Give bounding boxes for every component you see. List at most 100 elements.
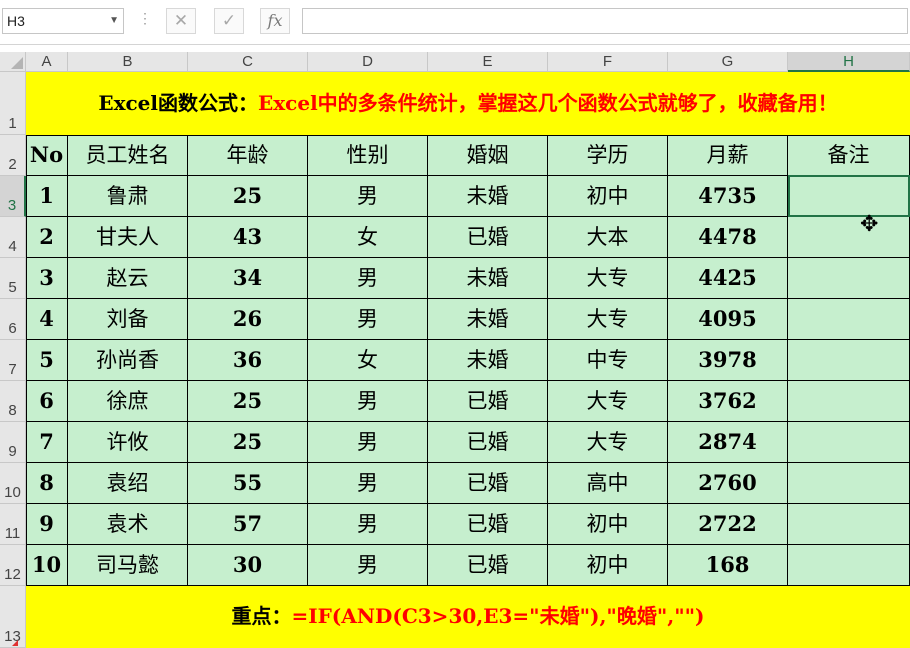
table-cell[interactable]: 未婚 — [428, 176, 548, 217]
table-cell[interactable]: 25 — [188, 381, 308, 422]
row-header-5[interactable]: 5 — [0, 258, 26, 299]
table-cell[interactable]: 赵云 — [68, 258, 188, 299]
table-cell[interactable]: 3 — [26, 258, 68, 299]
table-cell[interactable]: 高中 — [548, 463, 668, 504]
table-cell[interactable]: 男 — [308, 422, 428, 463]
table-cell[interactable]: 4425 — [668, 258, 788, 299]
table-cell[interactable]: 袁术 — [68, 504, 188, 545]
table-cell[interactable]: 168 — [668, 545, 788, 586]
table-cell[interactable]: 大专 — [548, 422, 668, 463]
selected-cell-outline[interactable] — [788, 175, 910, 217]
table-cell[interactable]: 43 — [188, 217, 308, 258]
table-cell[interactable]: 司马懿 — [68, 545, 188, 586]
table-cell[interactable]: 初中 — [548, 176, 668, 217]
row-header-2[interactable]: 2 — [0, 135, 26, 176]
row-header-3[interactable]: 3 — [0, 176, 26, 217]
table-cell[interactable]: 2722 — [668, 504, 788, 545]
table-cell[interactable]: 10 — [26, 545, 68, 586]
table-cell[interactable]: 34 — [188, 258, 308, 299]
table-cell[interactable]: 26 — [188, 299, 308, 340]
table-cell[interactable]: 男 — [308, 299, 428, 340]
table-cell[interactable]: 7 — [26, 422, 68, 463]
column-header-e[interactable]: E — [428, 52, 548, 72]
table-cell[interactable]: 2760 — [668, 463, 788, 504]
row-header-13[interactable]: 13 — [0, 586, 26, 648]
column-header-f[interactable]: F — [548, 52, 668, 72]
table-cell[interactable]: 55 — [188, 463, 308, 504]
column-header-b[interactable]: B — [68, 52, 188, 72]
table-cell[interactable]: 已婚 — [428, 422, 548, 463]
row-header-9[interactable]: 9 — [0, 422, 26, 463]
table-header-cell[interactable]: No — [26, 135, 68, 176]
table-cell[interactable]: 2874 — [668, 422, 788, 463]
table-cell[interactable]: 25 — [188, 422, 308, 463]
more-vertical-icon[interactable]: ⋮ — [138, 10, 152, 27]
table-cell[interactable]: 未婚 — [428, 299, 548, 340]
table-header-cell[interactable]: 性别 — [308, 135, 428, 176]
table-cell[interactable]: 未婚 — [428, 340, 548, 381]
formula-input[interactable] — [302, 8, 908, 34]
table-cell[interactable]: 初中 — [548, 504, 668, 545]
table-cell[interactable]: 已婚 — [428, 545, 548, 586]
table-cell[interactable]: 孙尚香 — [68, 340, 188, 381]
cancel-button[interactable]: ✕ — [166, 8, 196, 34]
table-cell[interactable]: 未婚 — [428, 258, 548, 299]
table-cell[interactable]: 57 — [188, 504, 308, 545]
column-header-c[interactable]: C — [188, 52, 308, 72]
table-cell[interactable]: 袁绍 — [68, 463, 188, 504]
table-cell[interactable]: 女 — [308, 340, 428, 381]
table-cell[interactable]: 8 — [26, 463, 68, 504]
table-cell[interactable]: 男 — [308, 381, 428, 422]
table-cell[interactable]: 中专 — [548, 340, 668, 381]
row-header-10[interactable]: 10 — [0, 463, 26, 504]
table-cell[interactable] — [788, 422, 910, 463]
table-cell[interactable]: 大本 — [548, 217, 668, 258]
table-cell[interactable]: 6 — [26, 381, 68, 422]
table-header-cell[interactable]: 年龄 — [188, 135, 308, 176]
table-cell[interactable]: 已婚 — [428, 504, 548, 545]
table-cell[interactable]: 许攸 — [68, 422, 188, 463]
row-header-11[interactable]: 11 — [0, 504, 26, 545]
table-cell[interactable]: 36 — [188, 340, 308, 381]
table-cell[interactable]: 4095 — [668, 299, 788, 340]
chevron-down-icon[interactable]: ▼ — [109, 9, 119, 33]
table-cell[interactable]: 4735 — [668, 176, 788, 217]
insert-function-button[interactable]: fx — [260, 8, 290, 34]
name-box[interactable]: H3 ▼ — [2, 8, 124, 34]
table-cell[interactable] — [788, 381, 910, 422]
title-banner[interactable]: Excel函数公式：Excel中的多条件统计，掌握这几个函数公式就够了，收藏备用… — [26, 72, 910, 135]
table-cell[interactable]: 大专 — [548, 258, 668, 299]
table-cell[interactable]: 徐庶 — [68, 381, 188, 422]
column-header-h[interactable]: H — [788, 52, 910, 72]
table-cell[interactable]: 初中 — [548, 545, 668, 586]
table-cell[interactable]: 男 — [308, 504, 428, 545]
select-all-button[interactable] — [0, 52, 26, 72]
table-cell[interactable] — [788, 217, 910, 258]
table-cell[interactable]: 大专 — [548, 299, 668, 340]
table-cell[interactable]: 男 — [308, 545, 428, 586]
note-banner[interactable]: 重点：=IF(AND(C3>30,E3="未婚"),"晚婚","") — [26, 586, 910, 648]
table-cell[interactable]: 5 — [26, 340, 68, 381]
table-cell[interactable]: 3762 — [668, 381, 788, 422]
row-header-1[interactable]: 1 — [0, 72, 26, 135]
table-header-cell[interactable]: 婚姻 — [428, 135, 548, 176]
table-cell[interactable]: 已婚 — [428, 217, 548, 258]
table-cell[interactable]: 男 — [308, 463, 428, 504]
table-cell[interactable] — [788, 504, 910, 545]
table-cell[interactable]: 9 — [26, 504, 68, 545]
table-cell[interactable]: 男 — [308, 258, 428, 299]
column-header-a[interactable]: A — [26, 52, 68, 72]
table-cell[interactable] — [788, 258, 910, 299]
table-header-cell[interactable]: 备注 — [788, 135, 910, 176]
table-cell[interactable] — [788, 299, 910, 340]
table-cell[interactable]: 25 — [188, 176, 308, 217]
table-cell[interactable]: 4478 — [668, 217, 788, 258]
table-cell[interactable]: 4 — [26, 299, 68, 340]
table-cell[interactable]: 男 — [308, 176, 428, 217]
table-cell[interactable]: 30 — [188, 545, 308, 586]
row-header-7[interactable]: 7 — [0, 340, 26, 381]
table-cell[interactable]: 女 — [308, 217, 428, 258]
table-cell[interactable]: 1 — [26, 176, 68, 217]
row-header-4[interactable]: 4 — [0, 217, 26, 258]
column-header-d[interactable]: D — [308, 52, 428, 72]
